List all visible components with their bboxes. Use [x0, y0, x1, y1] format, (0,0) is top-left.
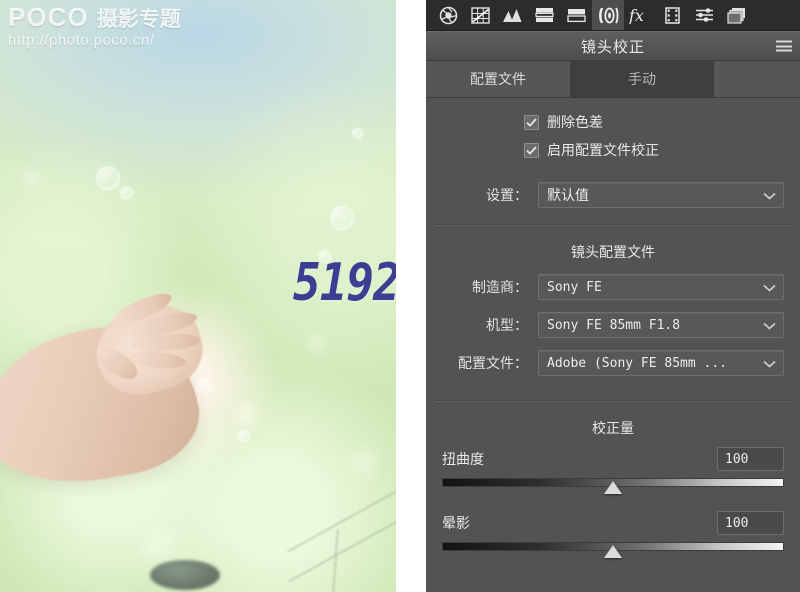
- app-window: POCO 摄影专题 http://photo.poco.cn/ 519242: [0, 0, 800, 592]
- enable-profile-corrections-label: 启用配置文件校正: [547, 142, 659, 158]
- model-dropdown[interactable]: Sony FE 85mm F1.8: [538, 312, 784, 338]
- make-label: 制造商：: [472, 279, 528, 295]
- railing-shape: [286, 487, 396, 592]
- tab-filler: [714, 61, 800, 97]
- enable-profile-corrections-checkbox[interactable]: [524, 142, 539, 158]
- remove-chromatic-aberration-row[interactable]: 删除色差: [426, 108, 800, 136]
- chevron-down-icon: [763, 279, 776, 295]
- remove-chromatic-aberration-checkbox[interactable]: [524, 114, 539, 130]
- profile-label: 配置文件：: [458, 355, 528, 371]
- presets-icon[interactable]: [688, 0, 720, 30]
- hsl-color-icon[interactable]: [528, 0, 560, 30]
- bubble-decoration: [96, 166, 120, 190]
- vignetting-slider-thumb[interactable]: [604, 545, 622, 558]
- chevron-down-icon: [763, 355, 776, 371]
- bubble-decoration: [330, 206, 354, 230]
- bubble-decoration: [120, 186, 133, 199]
- distortion-label: 扭曲度: [442, 451, 484, 467]
- setup-label: 设置：: [486, 187, 528, 203]
- remove-chromatic-aberration-label: 删除色差: [547, 114, 603, 130]
- chevron-down-icon: [763, 317, 776, 333]
- distortion-slider-thumb[interactable]: [604, 481, 622, 494]
- basic-panel-icon[interactable]: [432, 0, 464, 30]
- tab-manual-label: 手动: [628, 71, 656, 87]
- distortion-slider[interactable]: [442, 474, 784, 494]
- model-row: 机型： Sony FE 85mm F1.8: [426, 306, 800, 344]
- enable-profile-corrections-row[interactable]: 启用配置文件校正: [426, 136, 800, 164]
- photo-bokeh-blotches: [0, 0, 396, 592]
- panel-titlebar: 镜头校正: [426, 31, 800, 61]
- split-toning-icon[interactable]: [560, 0, 592, 30]
- section-divider: [436, 400, 790, 402]
- vignetting-slider-block: 晕影 100: [426, 508, 800, 558]
- tab-profile[interactable]: 配置文件: [426, 61, 570, 97]
- correction-amount-section-title: 校正量: [592, 420, 634, 436]
- camera-calibration-icon[interactable]: [656, 0, 688, 30]
- profile-row: 配置文件： Adobe (Sony FE 85mm ...: [426, 344, 800, 382]
- section-divider: [436, 224, 790, 226]
- develop-panel: fx 镜头校正 配置文件 手动 删除色差 启用配置文件校正 设置： 默认值 镜头…: [426, 0, 800, 592]
- profile-dropdown[interactable]: Adobe (Sony FE 85mm ...: [538, 350, 784, 376]
- vignetting-value-input[interactable]: 100: [717, 511, 784, 535]
- panel-toolbar: fx: [426, 0, 800, 31]
- effects-fx-icon[interactable]: fx: [624, 0, 656, 30]
- bubble-decoration: [196, 378, 212, 394]
- chevron-down-icon: [763, 187, 776, 203]
- make-row: 制造商： Sony FE: [426, 268, 800, 306]
- stone-shape: [150, 560, 220, 590]
- panel-body: 删除色差 启用配置文件校正 设置： 默认值 镜头配置文件 制造商： Sony F…: [426, 98, 800, 558]
- panel-title: 镜头校正: [580, 38, 645, 56]
- tab-profile-label: 配置文件: [470, 71, 526, 87]
- lens-correction-icon[interactable]: [592, 0, 624, 30]
- distortion-value-input[interactable]: 100: [717, 447, 784, 471]
- bubble-decoration: [352, 128, 363, 139]
- model-value: Sony FE 85mm F1.8: [547, 317, 681, 333]
- distortion-slider-block: 扭曲度 100: [426, 444, 800, 494]
- vignetting-label: 晕影: [442, 515, 470, 531]
- workspace-gutter: [396, 0, 426, 592]
- vignetting-slider[interactable]: [442, 538, 784, 558]
- make-dropdown[interactable]: Sony FE: [538, 274, 784, 300]
- bubble-decoration: [318, 250, 331, 263]
- panel-tabs: 配置文件 手动: [426, 61, 800, 98]
- make-value: Sony FE: [547, 279, 602, 295]
- hamburger-menu-icon[interactable]: [776, 40, 792, 52]
- lens-profile-section-title: 镜头配置文件: [571, 244, 655, 260]
- setup-dropdown[interactable]: 默认值: [538, 182, 784, 208]
- snapshots-icon[interactable]: [720, 0, 752, 30]
- setup-row: 设置： 默认值: [426, 176, 800, 214]
- svg-text:fx: fx: [629, 6, 644, 25]
- tab-manual[interactable]: 手动: [570, 61, 714, 97]
- bubble-decoration: [238, 430, 250, 442]
- photo-preview[interactable]: POCO 摄影专题 http://photo.poco.cn/ 519242: [0, 0, 396, 592]
- detail-icon[interactable]: [496, 0, 528, 30]
- setup-value: 默认值: [547, 187, 589, 203]
- profile-value: Adobe (Sony FE 85mm ...: [547, 355, 728, 371]
- tone-curve-icon[interactable]: [464, 0, 496, 30]
- model-label: 机型：: [486, 317, 528, 333]
